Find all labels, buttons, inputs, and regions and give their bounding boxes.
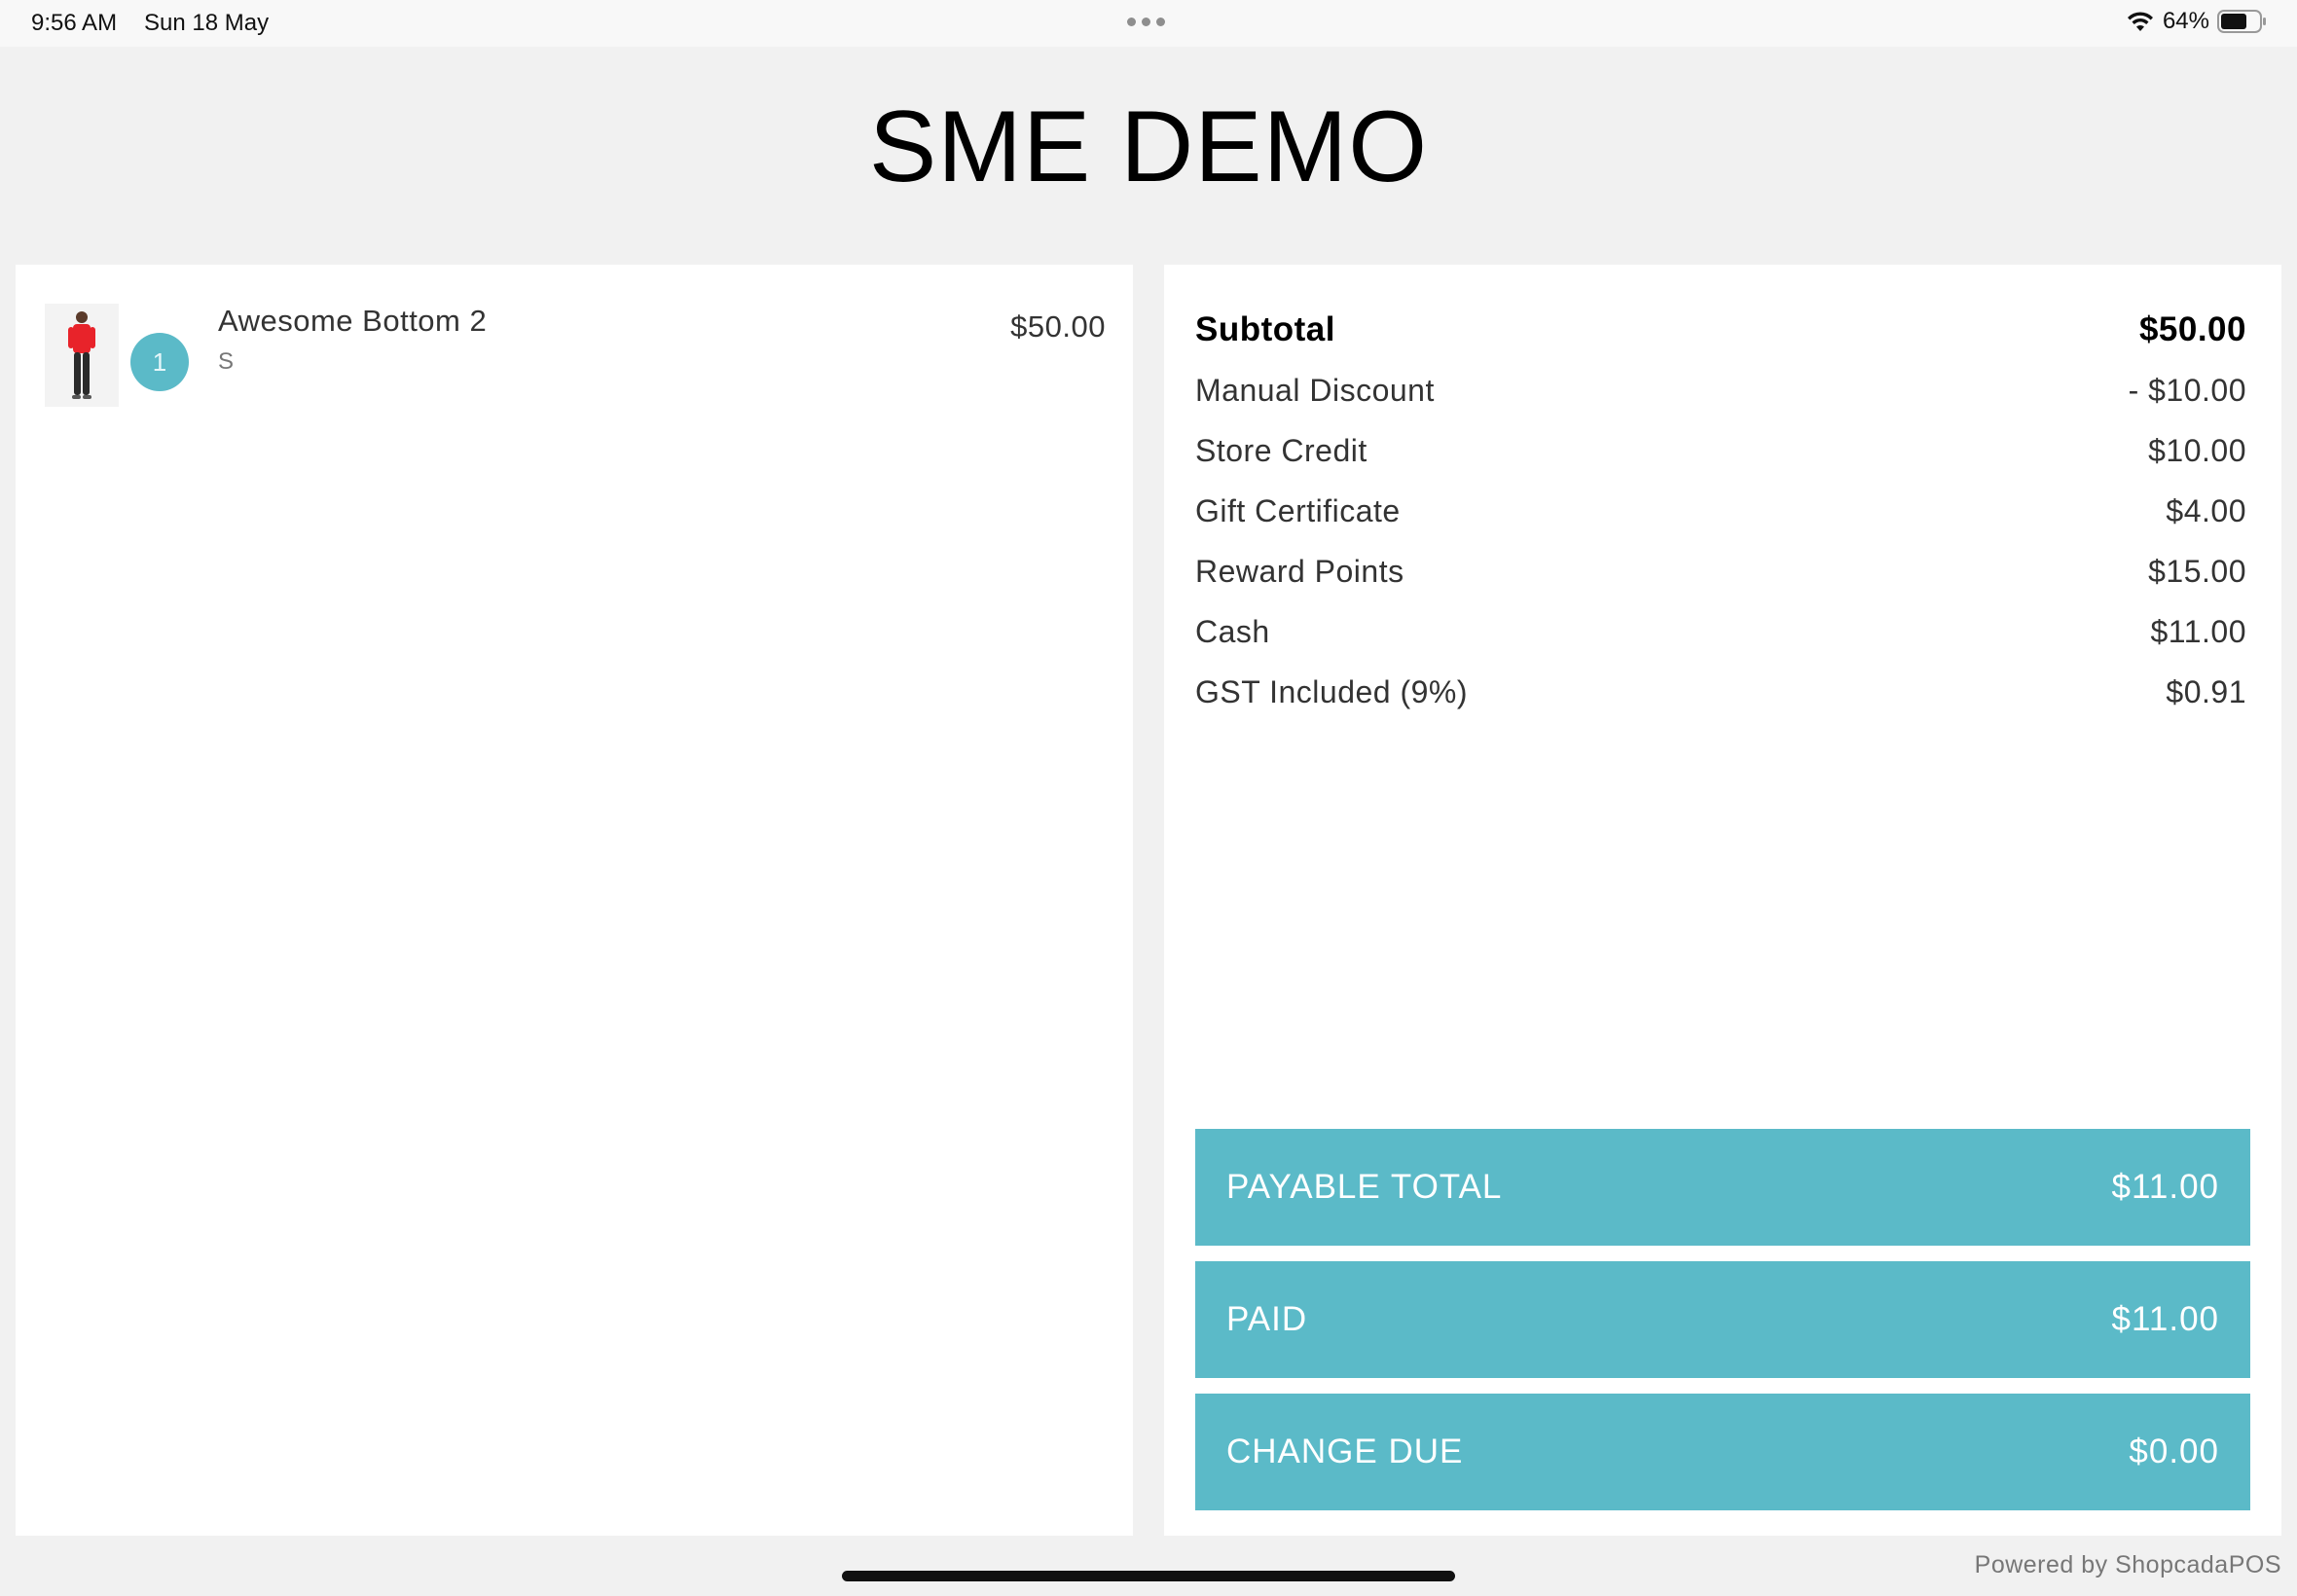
summary-label: Manual Discount <box>1195 372 1435 408</box>
summary-value: $15.00 <box>2148 553 2246 589</box>
change-due-bar: CHANGE DUE $0.00 <box>1195 1394 2250 1510</box>
paid-label: PAID <box>1226 1300 1308 1338</box>
paid-value: $11.00 <box>2111 1300 2219 1338</box>
battery-percent: 64% <box>2162 8 2209 34</box>
summary-row-gst: GST Included (9%) $0.91 <box>1195 662 2246 722</box>
wifi-icon <box>2127 12 2153 31</box>
cart-item[interactable]: 1 Awesome Bottom 2 S $50.00 <box>45 304 1106 411</box>
store-title: SME DEMO <box>868 91 1429 203</box>
summary-row-manual-discount: Manual Discount - $10.00 <box>1195 360 2246 420</box>
summary-row-reward-points: Reward Points $15.00 <box>1195 541 2246 601</box>
customer-display: 9:56 AM Sun 18 May 64% SME DEMO 1 Awesom… <box>0 0 2297 1596</box>
item-variant: S <box>218 348 235 375</box>
summary-value: $0.91 <box>2166 673 2246 709</box>
summary-value: $11.00 <box>2150 613 2246 649</box>
paid-bar: PAID $11.00 <box>1195 1261 2250 1378</box>
summary-row-subtotal: Subtotal $50.00 <box>1195 300 2246 360</box>
summary-value: $4.00 <box>2166 492 2246 528</box>
summary-label: Subtotal <box>1195 310 1335 348</box>
product-image <box>45 304 119 407</box>
more-dots-icon[interactable] <box>1127 18 1165 26</box>
summary-label: Cash <box>1195 613 1270 649</box>
status-date: Sun 18 May <box>144 10 270 36</box>
summary-row-cash: Cash $11.00 <box>1195 601 2246 662</box>
summary-value: $10.00 <box>2148 432 2246 468</box>
summary-label: Reward Points <box>1195 553 1404 589</box>
summary-label: Gift Certificate <box>1195 492 1401 528</box>
summary-row-gift-certificate: Gift Certificate $4.00 <box>1195 481 2246 541</box>
payable-total-bar: PAYABLE TOTAL $11.00 <box>1195 1129 2250 1246</box>
powered-by: Powered by ShopcadaPOS <box>1974 1551 2281 1578</box>
summary-label: GST Included (9%) <box>1195 673 1469 709</box>
change-due-value: $0.00 <box>2129 1433 2219 1470</box>
summary-value: - $10.00 <box>2128 372 2246 408</box>
item-price: $50.00 <box>1010 309 1106 344</box>
payable-total-label: PAYABLE TOTAL <box>1226 1168 1503 1206</box>
status-bar: 9:56 AM Sun 18 May 64% <box>0 0 2297 47</box>
home-indicator[interactable] <box>842 1571 1455 1581</box>
quantity-badge: 1 <box>130 333 189 391</box>
summary-row-store-credit: Store Credit $10.00 <box>1195 420 2246 481</box>
item-name: Awesome Bottom 2 <box>218 304 488 338</box>
payable-total-value: $11.00 <box>2111 1168 2219 1206</box>
status-indicators: 64% <box>2126 8 2268 35</box>
summary-value: $50.00 <box>2138 310 2246 348</box>
summary-label: Store Credit <box>1195 432 1367 468</box>
summary-panel: Subtotal $50.00 Manual Discount - $10.00… <box>1164 265 2281 1536</box>
battery-icon <box>2217 10 2266 33</box>
cart-panel: 1 Awesome Bottom 2 S $50.00 <box>16 265 1133 1536</box>
change-due-label: CHANGE DUE <box>1226 1433 1464 1470</box>
status-time: 9:56 AM <box>31 10 118 36</box>
summary-list: Subtotal $50.00 Manual Discount - $10.00… <box>1195 300 2246 722</box>
